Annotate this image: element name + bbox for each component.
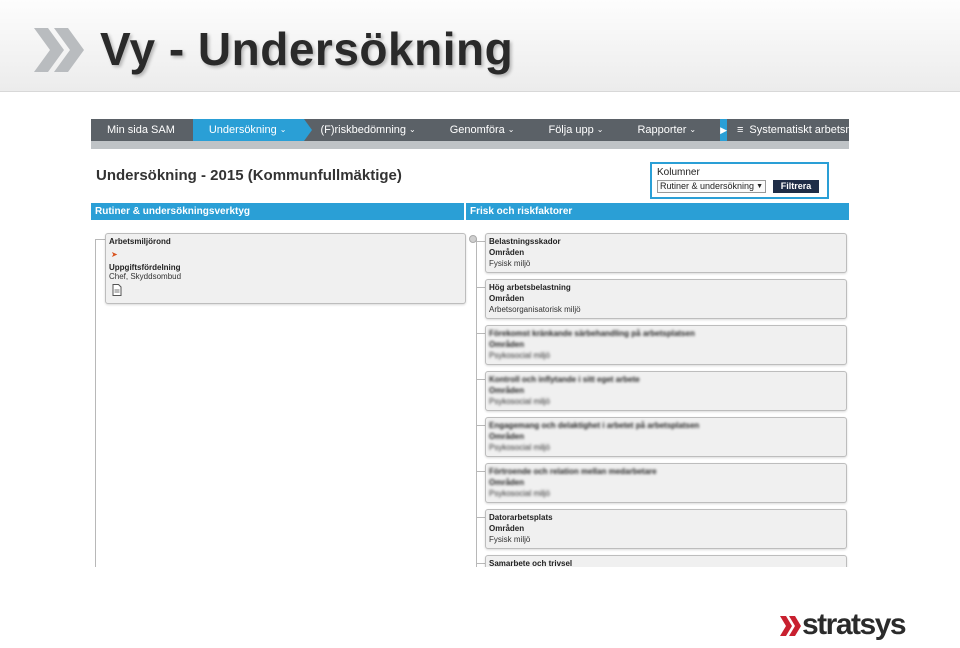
- card-area: Psykosocial miljö: [489, 397, 550, 406]
- main-nav: Min sida SAM Undersökning ⌄ (F)riskbedöm…: [91, 119, 849, 141]
- page-title: Undersökning - 2015 (Kommunfullmäktige): [96, 167, 402, 184]
- card-area: Arbetsorganisatorisk miljö: [489, 305, 581, 314]
- tree-line-left: [95, 239, 96, 567]
- card-area-label: Områden: [489, 340, 525, 349]
- card-area-label: Områden: [489, 478, 525, 487]
- nav-item-riskbedomning[interactable]: (F)riskbedömning ⌄: [304, 119, 433, 141]
- tree-line-branch: [476, 241, 485, 242]
- card-area: Psykosocial miljö: [489, 489, 550, 498]
- tree-line-left-branch: [95, 239, 105, 240]
- card-area: Psykosocial miljö: [489, 443, 550, 452]
- card-roles: Chef, Skyddsombud: [109, 272, 182, 281]
- tree-line-branch: [476, 379, 485, 380]
- logo-chevron-icon: [780, 616, 801, 636]
- card-area-label: Områden: [489, 432, 525, 441]
- nav-expand-button[interactable]: ▶: [720, 119, 727, 141]
- card-area: Psykosocial miljö: [489, 351, 550, 360]
- routine-card[interactable]: Arbetsmiljörond ➤ Uppgiftsfördelning Che…: [105, 233, 466, 304]
- nav-item-label: Genomföra: [449, 124, 505, 136]
- card-title: Arbetsmiljörond: [109, 237, 171, 246]
- card-area-label: Områden: [489, 294, 525, 303]
- tree-line-branch: [476, 471, 485, 472]
- risk-factor-card[interactable]: Förtroende och relation mellan medarbeta…: [485, 463, 847, 503]
- play-icon: ▶: [720, 124, 727, 135]
- nav-item-undersokning[interactable]: Undersökning ⌄: [192, 119, 313, 141]
- stratsys-logo: stratsys: [780, 608, 920, 648]
- risk-factor-card[interactable]: Kontroll och inflytande i sitt eget arbe…: [485, 371, 847, 411]
- nav-item-label: Följa upp: [548, 124, 594, 136]
- card-title: Samarbete och trivsel: [489, 559, 573, 567]
- logo-text: stratsys: [802, 608, 907, 641]
- tree-line-branch: [476, 563, 485, 564]
- card-title: Kontroll och inflytande i sitt eget arbe…: [489, 375, 640, 384]
- pin-icon: ➤: [111, 250, 118, 259]
- risk-factor-card[interactable]: Datorarbetsplats Områden Fysisk miljö: [485, 509, 847, 549]
- column-header-right: Frisk och riskfaktorer: [466, 203, 849, 220]
- sub-navbar: [91, 141, 849, 149]
- nav-item-label: Systematiskt arbetsmiljöar...: [749, 124, 849, 136]
- card-title: Engagemang och delaktighet i arbetet på …: [489, 421, 700, 430]
- nav-item-label: (F)riskbedömning: [320, 124, 407, 136]
- tree-line-branch: [476, 517, 485, 518]
- active-arrow: [304, 119, 313, 141]
- columns-select[interactable]: Rutiner & undersökning ▼: [657, 180, 766, 193]
- card-title: Datorarbetsplats: [489, 513, 553, 522]
- card-title: Belastningsskador: [489, 237, 561, 246]
- slide: Vy - Undersökning Min sida SAM Undersökn…: [0, 0, 960, 648]
- columns-filter-panel: Kolumner Rutiner & undersökning ▼ Filtre…: [650, 162, 829, 199]
- columns-label: Kolumner: [657, 167, 700, 178]
- double-chevron-icon: [34, 28, 84, 72]
- card-area: Fysisk miljö: [489, 535, 531, 544]
- menu-icon: ≡: [736, 124, 744, 136]
- card-title: Förtroende och relation mellan medarbeta…: [489, 467, 657, 476]
- card-area-label: Områden: [489, 524, 525, 533]
- chevron-down-icon: ⌄: [689, 125, 697, 134]
- slide-header: Vy - Undersökning: [0, 0, 960, 92]
- card-title: Hög arbetsbelastning: [489, 283, 571, 292]
- column-header-left: Rutiner & undersökningsverktyg: [91, 203, 464, 220]
- card-area: Fysisk miljö: [489, 259, 531, 268]
- risk-factor-card[interactable]: Belastningsskador Områden Fysisk miljö: [485, 233, 847, 273]
- nav-item-min-sida-sam[interactable]: Min sida SAM: [91, 119, 193, 141]
- risk-factor-card[interactable]: Samarbete och trivsel: [485, 555, 847, 567]
- card-area-label: Områden: [489, 248, 525, 257]
- nav-item-systematiskt[interactable]: ≡ Systematiskt arbetsmiljöar...: [727, 119, 849, 141]
- dropdown-arrow-icon: ▼: [756, 183, 763, 190]
- nav-item-label: Rapporter: [637, 124, 687, 136]
- chevron-down-icon: ⌄: [409, 125, 416, 134]
- document-icon: [112, 284, 122, 296]
- card-area-label: Områden: [489, 386, 525, 395]
- tree-line-branch: [476, 287, 485, 288]
- app-screenshot: Min sida SAM Undersökning ⌄ (F)riskbedöm…: [91, 119, 849, 567]
- filter-button[interactable]: Filtrera: [773, 180, 819, 193]
- risk-factor-card[interactable]: Hög arbetsbelastning Områden Arbetsorganis…: [485, 279, 847, 319]
- card-subtitle: Uppgiftsfördelning: [109, 263, 181, 272]
- nav-item-label: Undersökning: [208, 124, 277, 136]
- risk-factor-card[interactable]: Förekomst kränkande särbehandling på arb…: [485, 325, 847, 365]
- nav-item-folja-upp[interactable]: Följa upp ⌄: [532, 119, 621, 141]
- nav-item-rapporter[interactable]: Rapporter ⌄: [621, 119, 714, 141]
- nav-item-genomfora[interactable]: Genomföra ⌄: [434, 119, 533, 141]
- chevron-down-icon: ⌄: [279, 125, 287, 134]
- slide-title: Vy - Undersökning: [100, 23, 514, 75]
- card-title: Förekomst kränkande särbehandling på arb…: [489, 329, 695, 338]
- chevron-down-icon: ⌄: [507, 125, 515, 134]
- risk-factor-card[interactable]: Engagemang och delaktighet i arbetet på …: [485, 417, 847, 457]
- tree-line-branch: [476, 333, 485, 334]
- chevron-down-icon: ⌄: [596, 125, 604, 134]
- nav-item-label: Min sida SAM: [107, 124, 175, 136]
- tree-line-branch: [476, 425, 485, 426]
- columns-select-value: Rutiner & undersökning: [660, 181, 755, 191]
